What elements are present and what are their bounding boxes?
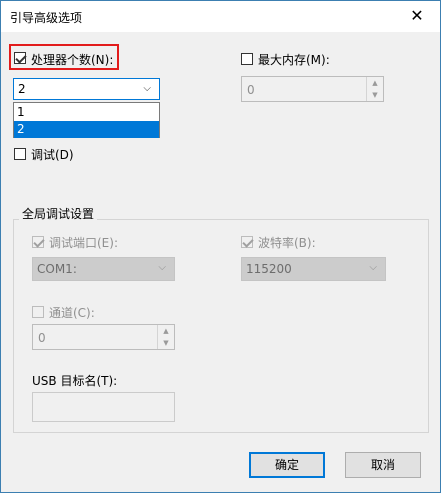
usb-target-input[interactable] bbox=[32, 392, 175, 422]
debug-port-label: 调试端口(E): bbox=[49, 236, 118, 250]
spinner-buttons: ▲ ▼ bbox=[366, 77, 383, 101]
close-icon[interactable]: ✕ bbox=[394, 1, 440, 32]
chevron-down-icon: ⌵ bbox=[158, 262, 166, 273]
debug-checkbox[interactable] bbox=[14, 148, 26, 160]
processors-option-1[interactable]: 1 bbox=[14, 104, 159, 121]
spin-down-icon[interactable]: ▼ bbox=[158, 337, 174, 349]
processors-checkbox[interactable] bbox=[14, 52, 26, 64]
spin-up-icon[interactable]: ▲ bbox=[367, 77, 383, 89]
debug-port-checkbox[interactable] bbox=[32, 236, 44, 248]
debug-label: 调试(D) bbox=[31, 148, 74, 162]
channel-value: 0 bbox=[38, 331, 46, 345]
processors-dropdown-list: 1 2 bbox=[13, 102, 160, 138]
channel-checkbox[interactable] bbox=[32, 306, 44, 318]
chevron-down-icon: ⌵ bbox=[369, 262, 377, 273]
baud-rate-checkbox[interactable] bbox=[241, 236, 253, 248]
title-bar: 引导高级选项 ✕ bbox=[1, 1, 440, 32]
channel-label: 通道(C): bbox=[49, 306, 95, 320]
max-memory-spinner[interactable]: 0 ▲ ▼ bbox=[241, 76, 384, 102]
ok-button[interactable]: 确定 bbox=[249, 452, 325, 478]
processors-label: 处理器个数(N): bbox=[31, 53, 114, 67]
max-memory-label: 最大内存(M): bbox=[258, 53, 330, 67]
boot-advanced-options-dialog: 引导高级选项 ✕ 处理器个数(N): 2 ⌵ 1 2 最大内存(M): 0 ▲ … bbox=[0, 0, 441, 493]
window-title: 引导高级选项 bbox=[10, 11, 83, 25]
processors-selected-value: 2 bbox=[18, 82, 26, 96]
chevron-down-icon: ⌵ bbox=[143, 83, 151, 94]
spin-up-icon[interactable]: ▲ bbox=[158, 325, 174, 337]
usb-target-label: USB 目标名(T): bbox=[32, 374, 118, 388]
debug-port-select[interactable]: COM1: ⌵ bbox=[32, 257, 175, 281]
max-memory-value: 0 bbox=[247, 83, 255, 97]
processors-select[interactable]: 2 ⌵ bbox=[13, 78, 160, 100]
max-memory-checkbox[interactable] bbox=[241, 53, 253, 65]
processors-option-2[interactable]: 2 bbox=[14, 121, 159, 138]
spinner-buttons: ▲ ▼ bbox=[157, 325, 174, 349]
baud-rate-value: 115200 bbox=[246, 262, 292, 276]
debug-port-value: COM1: bbox=[37, 262, 77, 276]
baud-rate-label: 波特率(B): bbox=[258, 236, 316, 250]
global-debug-title: 全局调试设置 bbox=[19, 205, 98, 222]
baud-rate-select[interactable]: 115200 ⌵ bbox=[241, 257, 386, 281]
channel-spinner[interactable]: 0 ▲ ▼ bbox=[32, 324, 175, 350]
cancel-button[interactable]: 取消 bbox=[345, 452, 421, 478]
spin-down-icon[interactable]: ▼ bbox=[367, 89, 383, 101]
